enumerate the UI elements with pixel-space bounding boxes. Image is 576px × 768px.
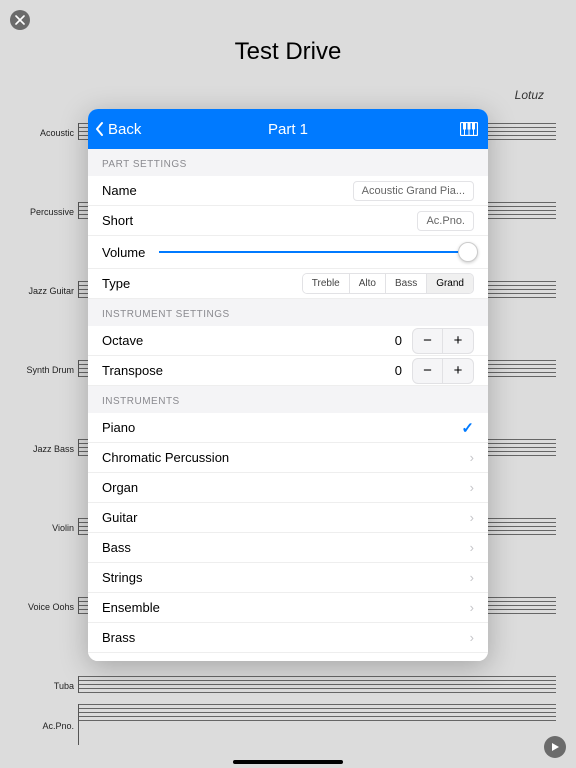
instrument-guitar[interactable]: Guitar › [88,503,488,533]
track-label: Acoustic [20,128,78,138]
instrument-label: Bass [102,540,131,555]
transpose-label: Transpose [102,363,163,378]
short-row: Short Ac.Pno. [88,206,488,236]
type-option-grand[interactable]: Grand [426,274,473,293]
close-button[interactable] [10,10,30,30]
chevron-right-icon: › [470,630,474,645]
octave-plus[interactable]: + [443,329,473,353]
chevron-left-icon [94,121,106,137]
track-label: Tuba [20,681,78,691]
track-label: Violin [20,523,78,533]
transpose-plus[interactable]: + [443,359,473,383]
track-label: Voice Oohs [20,602,78,612]
chevron-right-icon: › [470,450,474,465]
section-instrument-settings: INSTRUMENT SETTINGS [88,299,488,326]
instrument-bass[interactable]: Bass › [88,533,488,563]
bottom-staff [78,696,556,756]
chevron-right-icon: › [470,661,474,662]
instrument-label: Strings [102,570,142,585]
check-icon: ✓ [461,419,474,437]
bottom-track-label: Ac.Pno. [20,721,78,731]
song-title: Test Drive [235,38,342,66]
track-label: Percussive [20,207,78,217]
part-settings-panel: Back Part 1 PART SETTINGS Name Acoustic … [88,109,488,661]
track-label: Jazz Bass [20,444,78,454]
close-icon [15,15,25,25]
play-button[interactable] [544,736,566,758]
slider-thumb[interactable] [458,242,478,262]
type-option-treble[interactable]: Treble [303,274,349,293]
section-instruments: INSTRUMENTS [88,386,488,413]
instrument-strings[interactable]: Strings › [88,563,488,593]
instrument-brass[interactable]: Brass › [88,623,488,653]
transpose-value: 0 [390,363,402,378]
back-button[interactable]: Back [88,121,141,138]
track-label: Jazz Guitar [20,286,78,296]
composer-name: Lotuz [515,88,544,102]
name-label: Name [102,183,137,198]
chevron-right-icon: › [470,540,474,555]
chevron-right-icon: › [470,600,474,615]
type-option-bass[interactable]: Bass [385,274,426,293]
chevron-right-icon: › [470,480,474,495]
type-label: Type [102,276,130,291]
name-field[interactable]: Acoustic Grand Pia... [353,181,474,201]
volume-slider[interactable] [159,242,474,262]
instrument-reed[interactable]: Reed › [88,653,488,661]
instrument-piano[interactable]: Piano ✓ [88,413,488,443]
octave-minus[interactable]: − [413,329,443,353]
short-field[interactable]: Ac.Pno. [417,211,474,231]
instrument-label: Ensemble [102,600,160,615]
back-label: Back [108,121,141,138]
keyboard-icon-button[interactable] [460,109,478,149]
panel-header: Back Part 1 [88,109,488,149]
instrument-chromatic-percussion[interactable]: Chromatic Percussion › [88,443,488,473]
instrument-label: Organ [102,480,138,495]
transpose-row: Transpose 0 − + [88,356,488,386]
type-segmented[interactable]: TrebleAltoBassGrand [302,273,474,294]
type-option-alto[interactable]: Alto [349,274,385,293]
octave-label: Octave [102,333,143,348]
play-icon [550,742,560,752]
octave-row: Octave 0 − + [88,326,488,356]
instrument-ensemble[interactable]: Ensemble › [88,593,488,623]
type-row: Type TrebleAltoBassGrand [88,269,488,299]
panel-body: PART SETTINGS Name Acoustic Grand Pia...… [88,149,488,661]
instrument-label: Brass [102,630,135,645]
short-label: Short [102,213,133,228]
instrument-label: Piano [102,420,135,435]
volume-label: Volume [102,245,145,260]
transpose-minus[interactable]: − [413,359,443,383]
instrument-label: Reed [102,661,133,662]
track-label: Synth Drum [20,365,78,375]
section-part-settings: PART SETTINGS [88,149,488,176]
instrument-organ[interactable]: Organ › [88,473,488,503]
keyboard-icon [460,122,478,136]
instrument-label: Guitar [102,510,137,525]
octave-stepper: − + [412,328,474,354]
home-indicator [233,760,343,764]
volume-row: Volume [88,236,488,269]
panel-title: Part 1 [88,121,488,138]
octave-value: 0 [390,333,402,348]
transpose-stepper: − + [412,358,474,384]
instrument-label: Chromatic Percussion [102,450,229,465]
chevron-right-icon: › [470,510,474,525]
name-row: Name Acoustic Grand Pia... [88,176,488,206]
chevron-right-icon: › [470,570,474,585]
